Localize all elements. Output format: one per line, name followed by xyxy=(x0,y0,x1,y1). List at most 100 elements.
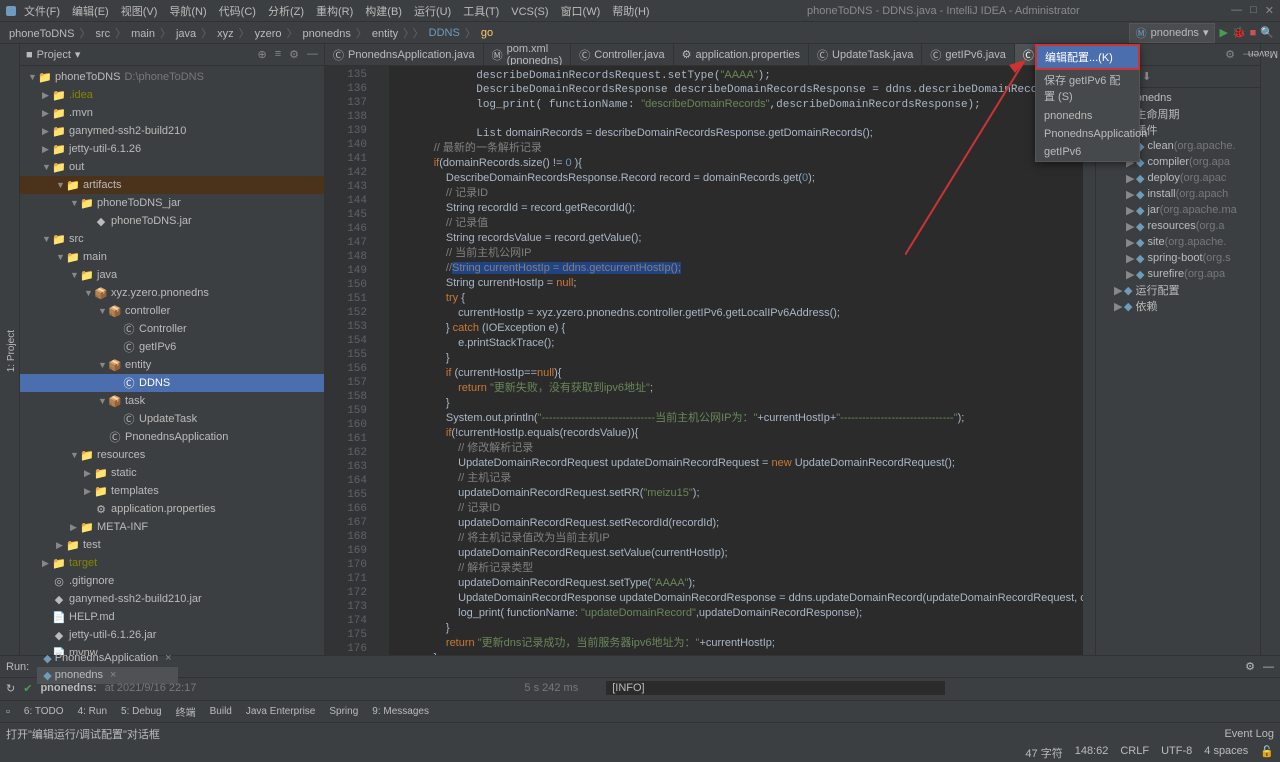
breadcrumb-item[interactable]: java xyxy=(173,28,199,40)
breadcrumb-item[interactable]: entity xyxy=(369,28,401,40)
menu-item[interactable]: 帮助(H) xyxy=(606,4,655,20)
tree-row[interactable]: ▶📁.mvn xyxy=(20,104,324,122)
line-ending[interactable]: CRLF xyxy=(1120,745,1149,761)
tool-window-button[interactable]: Java Enterprise xyxy=(246,706,315,717)
hide-icon[interactable]: — xyxy=(1263,661,1274,673)
dropdown-item[interactable]: pnonedns xyxy=(1036,107,1139,125)
menu-item[interactable]: 视图(V) xyxy=(115,4,164,20)
tree-row[interactable]: ▼📦task xyxy=(20,392,324,410)
stop-icon[interactable]: ■ xyxy=(1250,27,1257,39)
tree-row[interactable]: ▼📦entity xyxy=(20,356,324,374)
tool-window-tab[interactable]: 1: Project xyxy=(4,326,19,376)
select-opened-icon[interactable]: ⊕ xyxy=(257,48,266,61)
tree-row[interactable]: ▼📦xyz.yzero.pnonedns xyxy=(20,284,324,302)
run-tab[interactable]: ◆pnonedns× xyxy=(37,667,177,684)
maven-row[interactable]: ▶◆surefire (org.apa xyxy=(1096,266,1260,282)
tree-row[interactable]: ▼📦controller xyxy=(20,302,324,320)
editor-tab[interactable]: ⒸUpdateTask.java xyxy=(809,44,922,66)
gear-icon[interactable]: ⚙ xyxy=(1245,660,1255,673)
tool-window-button[interactable]: 5: Debug xyxy=(121,706,162,717)
breadcrumb-method[interactable]: go xyxy=(478,27,496,39)
tool-window-button[interactable]: 4: Run xyxy=(78,706,107,717)
tree-row[interactable]: ▶📁.idea xyxy=(20,86,324,104)
breadcrumb-item[interactable]: yzero xyxy=(252,28,285,40)
collapse-icon[interactable]: ≡ xyxy=(275,48,281,61)
breadcrumb-item[interactable]: xyz xyxy=(214,28,237,40)
maven-row[interactable]: ▶◆spring-boot (org.s xyxy=(1096,250,1260,266)
rerun-icon[interactable]: ↻ xyxy=(6,682,15,695)
tree-row[interactable]: ▶📁target xyxy=(20,554,324,572)
tree-row[interactable]: ▼📁out xyxy=(20,158,324,176)
maven-row[interactable]: ▶◆deploy (org.apac xyxy=(1096,170,1260,186)
breadcrumb-item[interactable]: pnonedns xyxy=(300,28,354,40)
tree-row[interactable]: ▼📁resources xyxy=(20,446,324,464)
dropdown-item[interactable]: 编辑配置...(K) xyxy=(1036,45,1139,69)
run-icon[interactable]: ▶ xyxy=(1219,26,1227,39)
download-icon[interactable]: ⬇ xyxy=(1142,70,1151,83)
run-configuration-selector[interactable]: Ⓜ pnonedns ▾ xyxy=(1129,23,1216,43)
debug-icon[interactable]: 🐞 xyxy=(1232,26,1246,39)
tree-row[interactable]: ◆phoneToDNS.jar xyxy=(20,212,324,230)
maven-row[interactable]: ▶◆依赖 xyxy=(1096,298,1260,314)
gear-icon[interactable]: ⚙ xyxy=(289,48,299,61)
dropdown-item[interactable]: 保存 getIPv6 配置 (S) xyxy=(1036,69,1139,107)
menu-item[interactable]: 编辑(E) xyxy=(66,4,115,20)
close-icon[interactable]: ✕ xyxy=(1265,4,1274,17)
tree-row[interactable]: ⚙application.properties xyxy=(20,500,324,518)
menu-item[interactable]: 运行(U) xyxy=(408,4,457,20)
indent[interactable]: 4 spaces xyxy=(1204,745,1248,761)
code-content[interactable]: describeDomainRecordsRequest.setType("AA… xyxy=(389,66,1083,655)
tree-row[interactable]: ⒸController xyxy=(20,320,324,338)
maven-row[interactable]: ▶◆site (org.apache. xyxy=(1096,234,1260,250)
editor-tab[interactable]: ⒸPnonednsApplication.java xyxy=(325,44,484,66)
search-icon[interactable]: 🔍 xyxy=(1260,26,1274,39)
tree-row[interactable]: ▶📁test xyxy=(20,536,324,554)
tree-row[interactable]: ▼📁main xyxy=(20,248,324,266)
tool-window-button[interactable]: Spring xyxy=(329,706,358,717)
tree-row[interactable]: ▶📁META-INF xyxy=(20,518,324,536)
run-tab[interactable]: ◆PnonednsApplication× xyxy=(37,650,177,667)
tree-row[interactable]: ⒸUpdateTask xyxy=(20,410,324,428)
tree-row[interactable]: ▶📁static xyxy=(20,464,324,482)
minimize-icon[interactable]: — xyxy=(1231,4,1242,17)
tool-window-button[interactable]: 9: Messages xyxy=(372,706,429,717)
gear-icon[interactable]: ⚙ xyxy=(1225,48,1235,61)
tree-row[interactable]: ⒸgetIPv6 xyxy=(20,338,324,356)
tree-row[interactable]: ◎.gitignore xyxy=(20,572,324,590)
maximize-icon[interactable]: □ xyxy=(1250,4,1257,17)
maven-row[interactable]: ▶◆运行配置 xyxy=(1096,282,1260,298)
tree-row[interactable]: ⒸDDNS xyxy=(20,374,324,392)
editor-tab[interactable]: Ⓜpom.xml (pnonedns) xyxy=(484,44,572,66)
dropdown-item[interactable]: PnonednsApplication xyxy=(1036,125,1139,143)
tool-window-button[interactable]: Build xyxy=(210,706,232,717)
menu-item[interactable]: VCS(S) xyxy=(505,4,554,20)
tree-row[interactable]: ◆ganymed-ssh2-build210.jar xyxy=(20,590,324,608)
maven-row[interactable]: ▶◆resources (org.a xyxy=(1096,218,1260,234)
breadcrumb-class[interactable]: DDNS xyxy=(426,27,463,39)
tree-row[interactable]: ◆jetty-util-6.1.26.jar xyxy=(20,626,324,644)
menu-item[interactable]: 窗口(W) xyxy=(555,4,607,20)
tree-row[interactable]: ▼📁java xyxy=(20,266,324,284)
tool-window-button[interactable]: 6: TODO xyxy=(24,706,64,717)
tree-row[interactable]: ▶📁templates xyxy=(20,482,324,500)
maven-tab[interactable]: Maven xyxy=(1261,44,1280,63)
menu-item[interactable]: 文件(F) xyxy=(18,4,66,20)
maven-row[interactable]: ▶◆install (org.apach xyxy=(1096,186,1260,202)
project-tree[interactable]: ▼📁phoneToDNSD:\phoneToDNS▶📁.idea▶📁.mvn▶📁… xyxy=(20,66,324,655)
tree-row[interactable]: ⒸPnonednsApplication xyxy=(20,428,324,446)
editor-tab[interactable]: ⒸgetIPv6.java xyxy=(922,44,1015,66)
tool-window-icon[interactable]: ▫ xyxy=(6,706,10,718)
menu-item[interactable]: 分析(Z) xyxy=(262,4,310,20)
tree-row[interactable]: ▼📁phoneToDNS_jar xyxy=(20,194,324,212)
dropdown-item[interactable]: getIPv6 xyxy=(1036,143,1139,161)
event-log[interactable]: Event Log xyxy=(1224,728,1274,740)
menu-item[interactable]: 工具(T) xyxy=(457,4,505,20)
tree-row[interactable]: ▶📁ganymed-ssh2-build210 xyxy=(20,122,324,140)
tree-row[interactable]: ▶📁jetty-util-6.1.26 xyxy=(20,140,324,158)
tree-row[interactable]: 📄HELP.md xyxy=(20,608,324,626)
editor-tab[interactable]: ⒸController.java xyxy=(571,44,673,66)
menu-item[interactable]: 代码(C) xyxy=(213,4,262,20)
editor-tab[interactable]: ⚙application.properties xyxy=(674,44,809,66)
tree-row[interactable]: ▼📁artifacts xyxy=(20,176,324,194)
hide-icon[interactable]: — xyxy=(307,48,318,61)
